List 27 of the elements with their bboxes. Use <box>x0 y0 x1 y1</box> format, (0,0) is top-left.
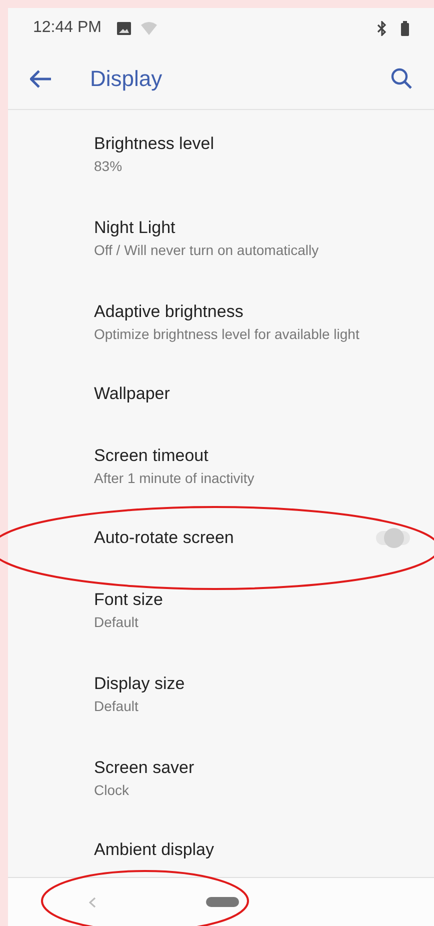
setting-title[interactable]: Night Light <box>94 216 410 240</box>
toggle-switch[interactable] <box>376 531 410 545</box>
setting-title[interactable]: Screen saver <box>94 756 410 780</box>
setting-summary: 83% <box>94 157 124 176</box>
setting-summary: Default <box>94 697 140 716</box>
setting-summary: After 1 minute of inactivity <box>94 469 256 488</box>
home-pill[interactable] <box>206 897 239 907</box>
battery-icon <box>401 20 409 36</box>
image-icon <box>117 22 132 34</box>
setting-title[interactable]: Screen timeout <box>94 444 410 468</box>
setting-summary: Optimize brightness level for available light <box>94 325 360 344</box>
setting-title[interactable]: Auto-rotate screen <box>94 526 376 550</box>
setting-title[interactable]: Display size <box>94 672 410 696</box>
setting-title[interactable]: Font size <box>94 588 410 612</box>
bluetooth-icon <box>377 20 387 36</box>
setting-summary: Off / Will never turn on automatically <box>94 241 320 260</box>
screen-title: Display <box>90 65 162 93</box>
search-icon[interactable] <box>391 68 412 89</box>
setting-summary: Default <box>94 613 140 632</box>
setting-title[interactable]: Adaptive brightness <box>94 300 410 324</box>
status-time: 12:44 PM <box>33 18 102 38</box>
back-arrow-icon[interactable] <box>30 70 52 88</box>
setting-summary: Clock <box>94 781 130 800</box>
wifi-icon <box>141 22 158 34</box>
setting-title[interactable]: Brightness level <box>94 132 410 156</box>
setting-title[interactable]: Wallpaper <box>94 382 410 406</box>
setting-title[interactable]: Ambient display <box>94 838 410 862</box>
